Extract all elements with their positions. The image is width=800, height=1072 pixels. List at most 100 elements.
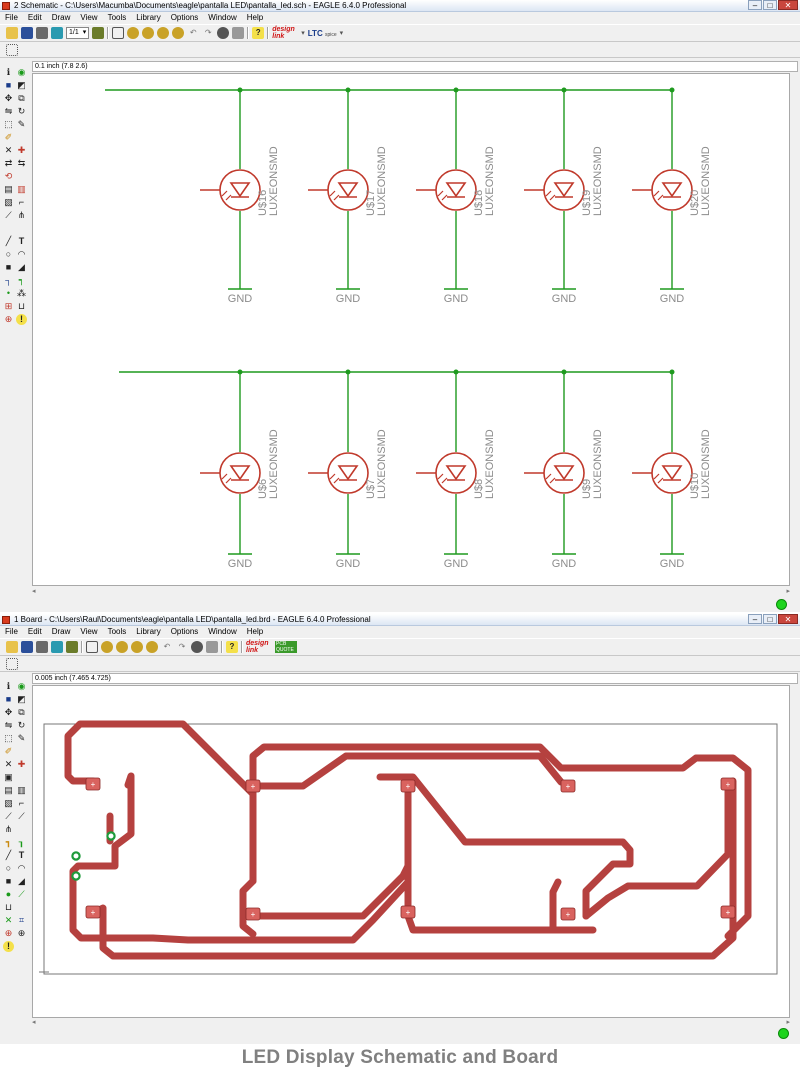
layers-icon[interactable]: ■	[3, 80, 14, 91]
close-button[interactable]: ✕	[778, 614, 798, 624]
menu-library[interactable]: Library	[131, 12, 165, 24]
erc-icon[interactable]: ⊞	[3, 301, 14, 312]
eye-icon[interactable]: ◉	[16, 67, 27, 78]
go-icon[interactable]	[206, 641, 218, 653]
menu-options[interactable]: Options	[166, 12, 204, 24]
menu-help[interactable]: Help	[242, 12, 268, 24]
split-icon[interactable]: ⟋	[3, 811, 14, 822]
designlink-logo[interactable]: design link	[272, 26, 298, 40]
invoke-icon[interactable]: ⋔	[16, 210, 27, 221]
miter-icon[interactable]: ⌐	[16, 798, 27, 809]
maximize-button[interactable]: □	[763, 0, 777, 10]
layers-icon[interactable]: ■	[3, 694, 14, 705]
chevron-down-icon[interactable]: ▾	[340, 29, 344, 37]
value-icon[interactable]: ▥	[16, 785, 27, 796]
menu-help[interactable]: Help	[242, 626, 268, 638]
delete-icon[interactable]: ✕	[3, 145, 14, 156]
arc-icon[interactable]: ◠	[16, 249, 27, 260]
autorouter-icon[interactable]: ⌗	[16, 915, 27, 926]
stop-icon[interactable]	[217, 27, 230, 39]
delete-icon[interactable]: ✕	[3, 759, 14, 770]
pinswap-icon[interactable]: ⇄	[3, 158, 14, 169]
open-icon[interactable]	[6, 27, 18, 39]
zoom-in-icon[interactable]	[101, 641, 113, 653]
close-button[interactable]: ✕	[778, 0, 798, 10]
warning-icon[interactable]: !	[16, 314, 27, 325]
smash-icon[interactable]: ▧	[3, 197, 14, 208]
sheet-selector[interactable]: 1/1 ▾	[66, 27, 90, 39]
hole-icon[interactable]: ⊔	[3, 902, 14, 913]
cam-icon[interactable]	[51, 27, 63, 39]
circle-icon[interactable]: ○	[3, 249, 14, 260]
display-icon[interactable]: ◩	[16, 80, 27, 91]
scroll-right-arrow-icon[interactable]: ▸	[786, 1019, 790, 1027]
print-icon[interactable]	[36, 641, 48, 653]
zoom-redraw-icon[interactable]	[131, 641, 143, 653]
arc-icon[interactable]: ◠	[16, 863, 27, 874]
split-icon[interactable]: ⟋	[3, 210, 14, 221]
copy-icon[interactable]: ⧉	[16, 707, 27, 718]
group-icon[interactable]: ⬚	[3, 119, 14, 130]
minimize-button[interactable]: –	[748, 614, 762, 624]
meander-icon[interactable]: ⋔	[3, 824, 14, 835]
ratsnest-icon[interactable]: ✕	[3, 915, 14, 926]
gateswap-icon[interactable]: ⇆	[16, 158, 27, 169]
zoom-out-icon[interactable]	[116, 641, 128, 653]
menu-options[interactable]: Options	[166, 626, 204, 638]
board-icon[interactable]	[92, 27, 105, 39]
polygon-icon[interactable]: ◢	[16, 876, 27, 887]
chevron-down-icon[interactable]: ▾	[301, 29, 305, 37]
junction-icon[interactable]: •	[3, 288, 14, 299]
polygon-icon[interactable]: ◢	[16, 262, 27, 273]
zoom-select-icon[interactable]	[146, 641, 158, 653]
value-icon[interactable]: ▥	[16, 184, 27, 195]
minimize-button[interactable]: –	[748, 0, 762, 10]
zoom-in-icon[interactable]	[127, 27, 140, 39]
menu-tools[interactable]: Tools	[103, 626, 132, 638]
undo-icon[interactable]: ↶	[161, 641, 173, 653]
redo-icon[interactable]: ↷	[202, 27, 214, 39]
lock-icon[interactable]: ▣	[3, 772, 14, 783]
schematic-drawing[interactable]: GNDU$16 LUXEONSMD GNDU$17 LUXEONSMD GNDU$18 L…	[33, 74, 789, 585]
text-icon[interactable]: T	[16, 236, 27, 247]
info-icon[interactable]: ℹ	[3, 681, 14, 692]
paste-icon[interactable]: ✐	[3, 132, 14, 143]
cam-icon[interactable]	[51, 641, 63, 653]
help-icon[interactable]: ?	[226, 641, 238, 653]
mirror-icon[interactable]: ⇋	[3, 106, 14, 117]
menu-draw[interactable]: Draw	[47, 626, 76, 638]
ripup-icon[interactable]: ┒	[16, 837, 27, 848]
errors-icon[interactable]: ⊕	[16, 928, 27, 939]
eye-icon[interactable]: ◉	[16, 681, 27, 692]
drc-icon[interactable]: ⊕	[3, 928, 14, 939]
rect-icon[interactable]: ■	[3, 262, 14, 273]
menu-edit[interactable]: Edit	[23, 626, 47, 638]
rotate-icon[interactable]: ↻	[16, 720, 27, 731]
add-icon[interactable]: ✚	[16, 145, 27, 156]
label-icon[interactable]	[3, 223, 14, 234]
display-icon[interactable]: ◩	[16, 694, 27, 705]
route-icon[interactable]: ┓	[3, 837, 14, 848]
schematic-icon[interactable]	[66, 641, 78, 653]
horizontal-scrollbar[interactable]: ◂ ▸	[32, 1019, 790, 1027]
schematic-canvas[interactable]: GND U$16 LUXEONSMD GND U$17 LUXEONSMD GND U$18 L…	[32, 73, 790, 586]
mirror-icon[interactable]: ⇋	[3, 720, 14, 731]
change-icon[interactable]: ✎	[16, 733, 27, 744]
net-icon[interactable]: ┑	[16, 275, 27, 286]
zoom-out-icon[interactable]	[142, 27, 155, 39]
move-icon[interactable]: ✥	[3, 93, 14, 104]
signal-icon[interactable]: ⟋	[16, 889, 27, 900]
ltc-logo[interactable]: LTC spice	[308, 29, 337, 38]
menu-view[interactable]: View	[75, 626, 102, 638]
zoom-redraw-icon[interactable]	[157, 27, 170, 39]
miter-icon[interactable]: ⌐	[16, 197, 27, 208]
maximize-button[interactable]: □	[763, 614, 777, 624]
wire-icon[interactable]: ╱	[3, 236, 14, 247]
menu-library[interactable]: Library	[131, 626, 165, 638]
via-icon[interactable]: ●	[3, 889, 14, 900]
menu-draw[interactable]: Draw	[47, 12, 76, 24]
stop-icon[interactable]	[191, 641, 203, 653]
scroll-left-arrow-icon[interactable]: ◂	[32, 1019, 36, 1027]
open-icon[interactable]	[6, 641, 18, 653]
menu-edit[interactable]: Edit	[23, 12, 47, 24]
